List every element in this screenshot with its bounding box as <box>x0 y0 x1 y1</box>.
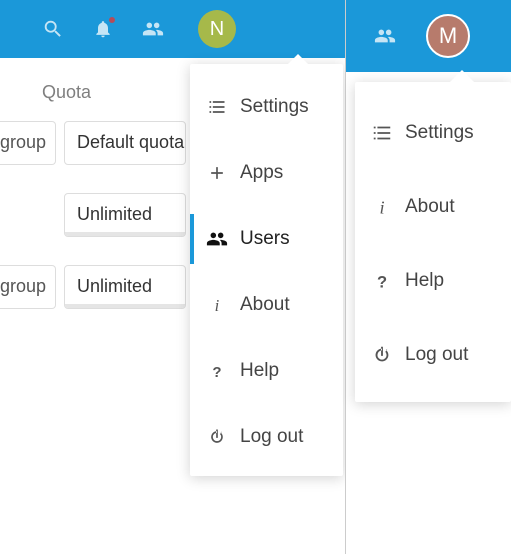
help-icon <box>369 270 395 292</box>
topbar-right: M <box>346 0 511 72</box>
users-icon <box>204 228 230 250</box>
settings-icon <box>204 97 230 117</box>
menu-label: About <box>240 294 290 316</box>
power-icon <box>204 427 230 447</box>
menu-label: About <box>405 196 455 218</box>
quota-progress <box>65 304 185 308</box>
power-icon <box>369 344 395 366</box>
menu-item-settings[interactable]: Settings <box>190 74 343 140</box>
contacts-icon[interactable] <box>360 7 410 65</box>
group-cell[interactable]: group <box>0 121 56 165</box>
avatar-initial: N <box>210 18 224 41</box>
quota-progress <box>65 232 185 236</box>
menu-label: Log out <box>405 344 468 366</box>
avatar-initial: M <box>439 23 457 49</box>
info-icon <box>369 196 395 218</box>
search-icon[interactable] <box>28 0 78 58</box>
menu-label: Apps <box>240 162 283 184</box>
help-icon <box>204 361 230 381</box>
info-icon <box>204 295 230 315</box>
group-cell[interactable]: group <box>0 265 56 309</box>
user-menu-left: Settings Apps Users About Help Log out <box>190 64 343 476</box>
menu-label: Users <box>240 228 290 250</box>
quota-cell[interactable]: Unlimited <box>64 265 186 309</box>
menu-item-settings[interactable]: Settings <box>355 96 511 170</box>
menu-item-about[interactable]: About <box>190 272 343 338</box>
menu-item-logout[interactable]: Log out <box>355 318 511 392</box>
notifications-icon[interactable] <box>78 0 128 58</box>
menu-item-help[interactable]: Help <box>355 244 511 318</box>
menu-label: Settings <box>240 96 309 118</box>
plus-icon <box>204 163 230 183</box>
menu-label: Log out <box>240 426 303 448</box>
user-menu-right: Settings About Help Log out <box>355 82 511 402</box>
quota-cell[interactable]: Unlimited <box>64 193 186 237</box>
menu-label: Help <box>405 270 444 292</box>
avatar-m[interactable]: M <box>426 14 470 58</box>
menu-label: Settings <box>405 122 474 144</box>
avatar-n[interactable]: N <box>198 10 236 48</box>
menu-item-help[interactable]: Help <box>190 338 343 404</box>
topbar-left: N <box>0 0 345 58</box>
settings-icon <box>369 122 395 144</box>
quota-cell[interactable]: Default quota <box>64 121 186 165</box>
contacts-icon[interactable] <box>128 0 178 58</box>
menu-item-apps[interactable]: Apps <box>190 140 343 206</box>
menu-label: Help <box>240 360 279 382</box>
notification-dot <box>109 17 115 23</box>
menu-item-about[interactable]: About <box>355 170 511 244</box>
menu-item-logout[interactable]: Log out <box>190 404 343 470</box>
menu-item-users[interactable]: Users <box>190 206 343 272</box>
